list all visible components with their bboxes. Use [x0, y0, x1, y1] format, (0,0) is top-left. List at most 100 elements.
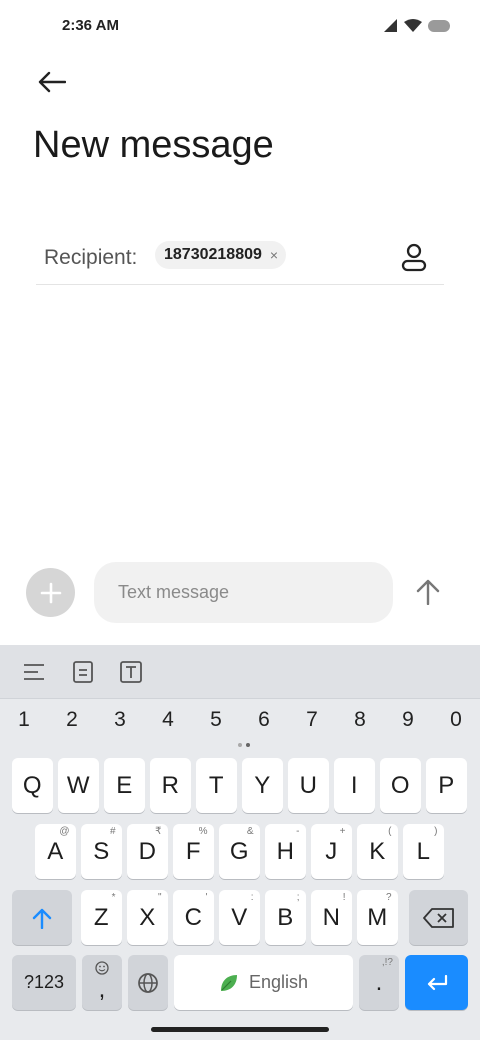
- clipboard-button[interactable]: [69, 658, 97, 686]
- key-label: T: [208, 771, 224, 799]
- signal-icon: [384, 19, 397, 32]
- key-t[interactable]: T: [196, 758, 237, 813]
- space-label: English: [248, 972, 309, 992]
- number-key[interactable]: 0: [432, 708, 480, 732]
- key-label: W: [66, 771, 90, 799]
- number-key[interactable]: 5: [192, 708, 240, 732]
- key-e[interactable]: E: [104, 758, 145, 813]
- key-label: L: [416, 837, 430, 865]
- key-f[interactable]: % F: [173, 824, 214, 879]
- shift-icon: [32, 908, 52, 929]
- page-dot: [246, 743, 250, 747]
- key-label: F: [185, 837, 201, 865]
- key-label: R: [161, 771, 179, 799]
- home-indicator[interactable]: [151, 1027, 329, 1032]
- clipboard-icon: [73, 661, 93, 683]
- key-d[interactable]: ₹ D: [127, 824, 168, 879]
- key-hint: @: [59, 826, 70, 837]
- key-r[interactable]: R: [150, 758, 191, 813]
- key-label: Y: [254, 771, 271, 799]
- number-key[interactable]: 6: [240, 708, 288, 732]
- send-button[interactable]: [408, 572, 448, 612]
- key-label: U: [299, 771, 317, 799]
- key-m[interactable]: ? M: [357, 890, 398, 945]
- key-w[interactable]: W: [58, 758, 99, 813]
- number-key[interactable]: 7: [288, 708, 336, 732]
- symbols-key[interactable]: ?123: [12, 955, 76, 1010]
- attach-button[interactable]: [26, 568, 75, 617]
- key-v[interactable]: :V: [219, 890, 260, 945]
- key-label: H: [276, 837, 294, 865]
- status-time: 2:36 AM: [62, 17, 119, 34]
- number-key[interactable]: 1: [0, 708, 48, 732]
- key-p[interactable]: P: [426, 758, 467, 813]
- message-input[interactable]: [94, 562, 393, 623]
- key-u[interactable]: U: [288, 758, 329, 813]
- key-hint: *: [111, 892, 116, 903]
- key-label: K: [369, 837, 386, 865]
- key-x[interactable]: " X: [127, 890, 168, 945]
- comma-label: ,: [98, 975, 106, 1003]
- page-dot: [238, 743, 242, 747]
- language-key[interactable]: [128, 955, 168, 1010]
- key-hint: ₹: [155, 826, 162, 837]
- contact-picker-button[interactable]: [396, 240, 432, 276]
- key-a[interactable]: @ A: [35, 824, 76, 879]
- number-key[interactable]: 2: [48, 708, 96, 732]
- recipient-chip[interactable]: 18730218809 ×: [155, 241, 287, 269]
- back-button[interactable]: [30, 60, 74, 104]
- page-indicator: [238, 743, 250, 747]
- key-h[interactable]: -H: [265, 824, 306, 879]
- number-key[interactable]: 4: [144, 708, 192, 732]
- number-key[interactable]: 8: [336, 708, 384, 732]
- key-o[interactable]: O: [380, 758, 421, 813]
- shift-key[interactable]: [12, 890, 72, 945]
- text-format-button[interactable]: [117, 658, 145, 686]
- backspace-key[interactable]: [409, 890, 468, 945]
- key-hint: ": [157, 892, 162, 903]
- keyboard: 1234567890 ?123 , English ,!? . QWER T YUI…: [0, 645, 480, 1040]
- key-n[interactable]: ! N: [311, 890, 352, 945]
- page-title: New message: [33, 124, 274, 166]
- key-label: V: [231, 903, 248, 931]
- key-label: N: [322, 903, 340, 931]
- send-arrow-icon: [416, 579, 440, 605]
- key-j[interactable]: + J: [311, 824, 352, 879]
- period-key[interactable]: ,!? .: [359, 955, 399, 1010]
- contact-icon: [401, 243, 427, 272]
- key-g[interactable]: & G: [219, 824, 260, 879]
- enter-key[interactable]: [405, 955, 468, 1010]
- key-b[interactable]: ; B: [265, 890, 306, 945]
- key-hint: &: [246, 826, 254, 837]
- key-s[interactable]: # S: [81, 824, 122, 879]
- key-i[interactable]: I: [334, 758, 375, 813]
- plus-icon: [40, 582, 61, 603]
- key-label: P: [438, 771, 455, 799]
- recipient-label: Recipient:: [44, 246, 138, 269]
- number-key[interactable]: 9: [384, 708, 432, 732]
- key-z[interactable]: * Z: [81, 890, 122, 945]
- key-label: Q: [22, 771, 42, 799]
- emoji-icon: [95, 961, 109, 975]
- key-label: E: [116, 771, 133, 799]
- key-hint: #: [109, 826, 116, 837]
- key-k[interactable]: (K: [357, 824, 398, 879]
- key-hint: ;: [296, 892, 300, 903]
- key-label: S: [93, 837, 110, 865]
- key-label: D: [138, 837, 156, 865]
- key-hint: %: [198, 826, 208, 837]
- align-button[interactable]: [20, 658, 48, 686]
- key-y[interactable]: Y: [242, 758, 283, 813]
- battery-icon: [428, 19, 450, 32]
- remove-recipient-button[interactable]: ×: [270, 247, 278, 263]
- key-q[interactable]: Q: [12, 758, 53, 813]
- space-key[interactable]: English: [174, 955, 353, 1010]
- comma-key[interactable]: ,: [82, 955, 122, 1010]
- number-key[interactable]: 3: [96, 708, 144, 732]
- recipient-row[interactable]: Recipient: 18730218809 ×: [36, 230, 444, 285]
- keyboard-toolbar: [0, 645, 480, 699]
- text-format-icon: [120, 661, 142, 683]
- key-label: C: [184, 903, 202, 931]
- key-l[interactable]: ) L: [403, 824, 444, 879]
- key-c[interactable]: ' C: [173, 890, 214, 945]
